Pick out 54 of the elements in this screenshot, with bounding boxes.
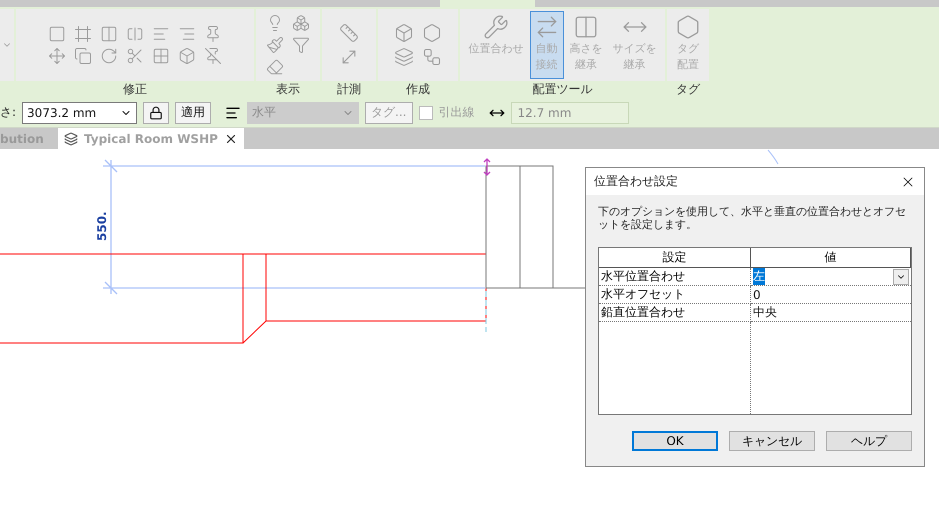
- view-tab[interactable]: Typical Room WSHP: [58, 128, 244, 149]
- panel-label: タグ: [675, 81, 702, 98]
- arc-line: [768, 150, 778, 164]
- layers-icon[interactable]: [394, 47, 414, 67]
- panel-label: 配置ツール: [532, 81, 594, 98]
- tag-button[interactable]: タグ...: [365, 102, 412, 124]
- column-header: 設定: [599, 248, 751, 268]
- panel-label: 修正: [122, 81, 148, 98]
- brush-icon[interactable]: [266, 36, 284, 54]
- value-cell[interactable]: 左: [753, 268, 765, 285]
- dialog-button[interactable]: ヘルプ: [826, 431, 912, 451]
- panel-label: 表示: [275, 81, 301, 98]
- lock-icon: [149, 106, 164, 120]
- value-cell[interactable]: 0: [753, 288, 761, 302]
- move-icon[interactable]: [48, 47, 66, 65]
- resize-handle-icon[interactable]: [483, 158, 491, 176]
- dimension-text: 550.: [95, 211, 109, 241]
- ruler-icon[interactable]: [339, 23, 359, 43]
- alignment-icon: [225, 104, 242, 120]
- columns-icon: [573, 14, 599, 40]
- copy-icon[interactable]: [74, 47, 92, 65]
- panel-icon[interactable]: [48, 25, 66, 43]
- offset-field[interactable]: 12.7 mm: [510, 102, 628, 124]
- rotate-icon[interactable]: [100, 47, 118, 65]
- wrench-icon: [483, 14, 509, 40]
- dropdown-button[interactable]: [893, 268, 909, 284]
- grid-icon[interactable]: [152, 47, 170, 65]
- hexagon-icon: [675, 14, 701, 40]
- dialog-title: 位置合わせ設定: [594, 173, 678, 190]
- frame-icon[interactable]: [74, 25, 92, 43]
- column-header: 値: [751, 248, 911, 268]
- panel-label: 作成: [405, 81, 431, 98]
- filter-icon[interactable]: [292, 36, 310, 54]
- lock-button[interactable]: [143, 102, 170, 124]
- dialog-button[interactable]: OK: [632, 431, 718, 451]
- cube-icon[interactable]: [394, 23, 414, 43]
- leader-checkbox[interactable]: [418, 106, 432, 120]
- leader-label: 引出線: [438, 104, 474, 121]
- setting-cell: 水平位置合わせ: [599, 268, 751, 286]
- split-icon[interactable]: [100, 25, 118, 43]
- dialog-description: 下のオプションを使用して、水平と垂直の位置合わせとオフセットを設定します。: [598, 205, 907, 231]
- shape-icon[interactable]: [422, 23, 442, 43]
- unpin-icon[interactable]: [204, 47, 222, 65]
- value-cell[interactable]: 中央: [753, 304, 777, 321]
- setting-cell: 水平オフセット: [599, 286, 751, 304]
- panel-label: 計測: [336, 81, 362, 98]
- eraser-icon[interactable]: [266, 58, 284, 76]
- dialog-button[interactable]: キャンセル: [729, 431, 815, 451]
- size-label: さ:: [0, 104, 16, 121]
- apply-button[interactable]: 適用: [175, 102, 212, 124]
- setting-cell: 鉛直位置合わせ: [599, 304, 751, 322]
- trim-icon[interactable]: [126, 47, 144, 65]
- size-dropdown[interactable]: 3073.2 mm: [22, 102, 138, 124]
- flow-icon[interactable]: [422, 47, 442, 67]
